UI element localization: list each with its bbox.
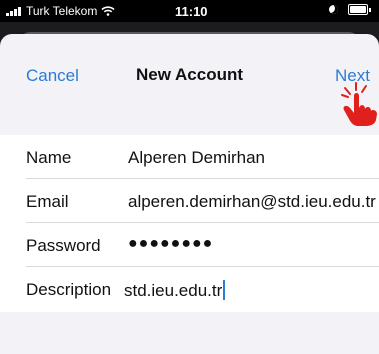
email-label: Email bbox=[26, 192, 69, 211]
name-label: Name bbox=[26, 148, 72, 167]
battery-icon bbox=[348, 4, 368, 15]
cellular-signal-icon bbox=[6, 6, 22, 16]
new-account-sheet: Cancel New Account Next Name Alperen Dem… bbox=[0, 34, 379, 354]
status-left: Turk Telekom bbox=[6, 4, 115, 18]
battery-tip bbox=[369, 7, 371, 12]
status-bar: Turk Telekom 11:10 bbox=[0, 0, 379, 22]
description-label: Description bbox=[26, 280, 112, 299]
description-field[interactable]: std.ieu.edu.tr bbox=[124, 280, 226, 301]
navigation-bar: Cancel New Account Next bbox=[0, 34, 379, 126]
password-label: Password bbox=[26, 236, 101, 255]
password-field[interactable]: ●●●●●●●● bbox=[128, 235, 213, 253]
form-row-email[interactable]: Email alperen.demirhan@std.ieu.edu.tr bbox=[0, 179, 379, 223]
email-field[interactable]: alperen.demirhan@std.ieu.edu.tr bbox=[128, 192, 376, 212]
status-right bbox=[329, 4, 371, 15]
page-title: New Account bbox=[135, 65, 244, 84]
description-value: std.ieu.edu.tr bbox=[124, 281, 223, 300]
form-row-description[interactable]: Description std.ieu.edu.tr bbox=[0, 267, 379, 311]
name-field[interactable]: Alperen Demirhan bbox=[128, 148, 265, 168]
account-form: Name Alperen Demirhan Email alperen.demi… bbox=[0, 135, 379, 312]
carrier-name: Turk Telekom bbox=[26, 4, 98, 18]
form-row-name[interactable]: Name Alperen Demirhan bbox=[0, 135, 379, 179]
status-time: 11:10 bbox=[175, 4, 208, 19]
pointing-hand-icon bbox=[341, 82, 377, 126]
wifi-icon bbox=[101, 6, 115, 16]
form-row-password[interactable]: Password ●●●●●●●● bbox=[0, 223, 379, 267]
text-cursor bbox=[223, 280, 226, 300]
do-not-disturb-icon bbox=[329, 5, 338, 14]
